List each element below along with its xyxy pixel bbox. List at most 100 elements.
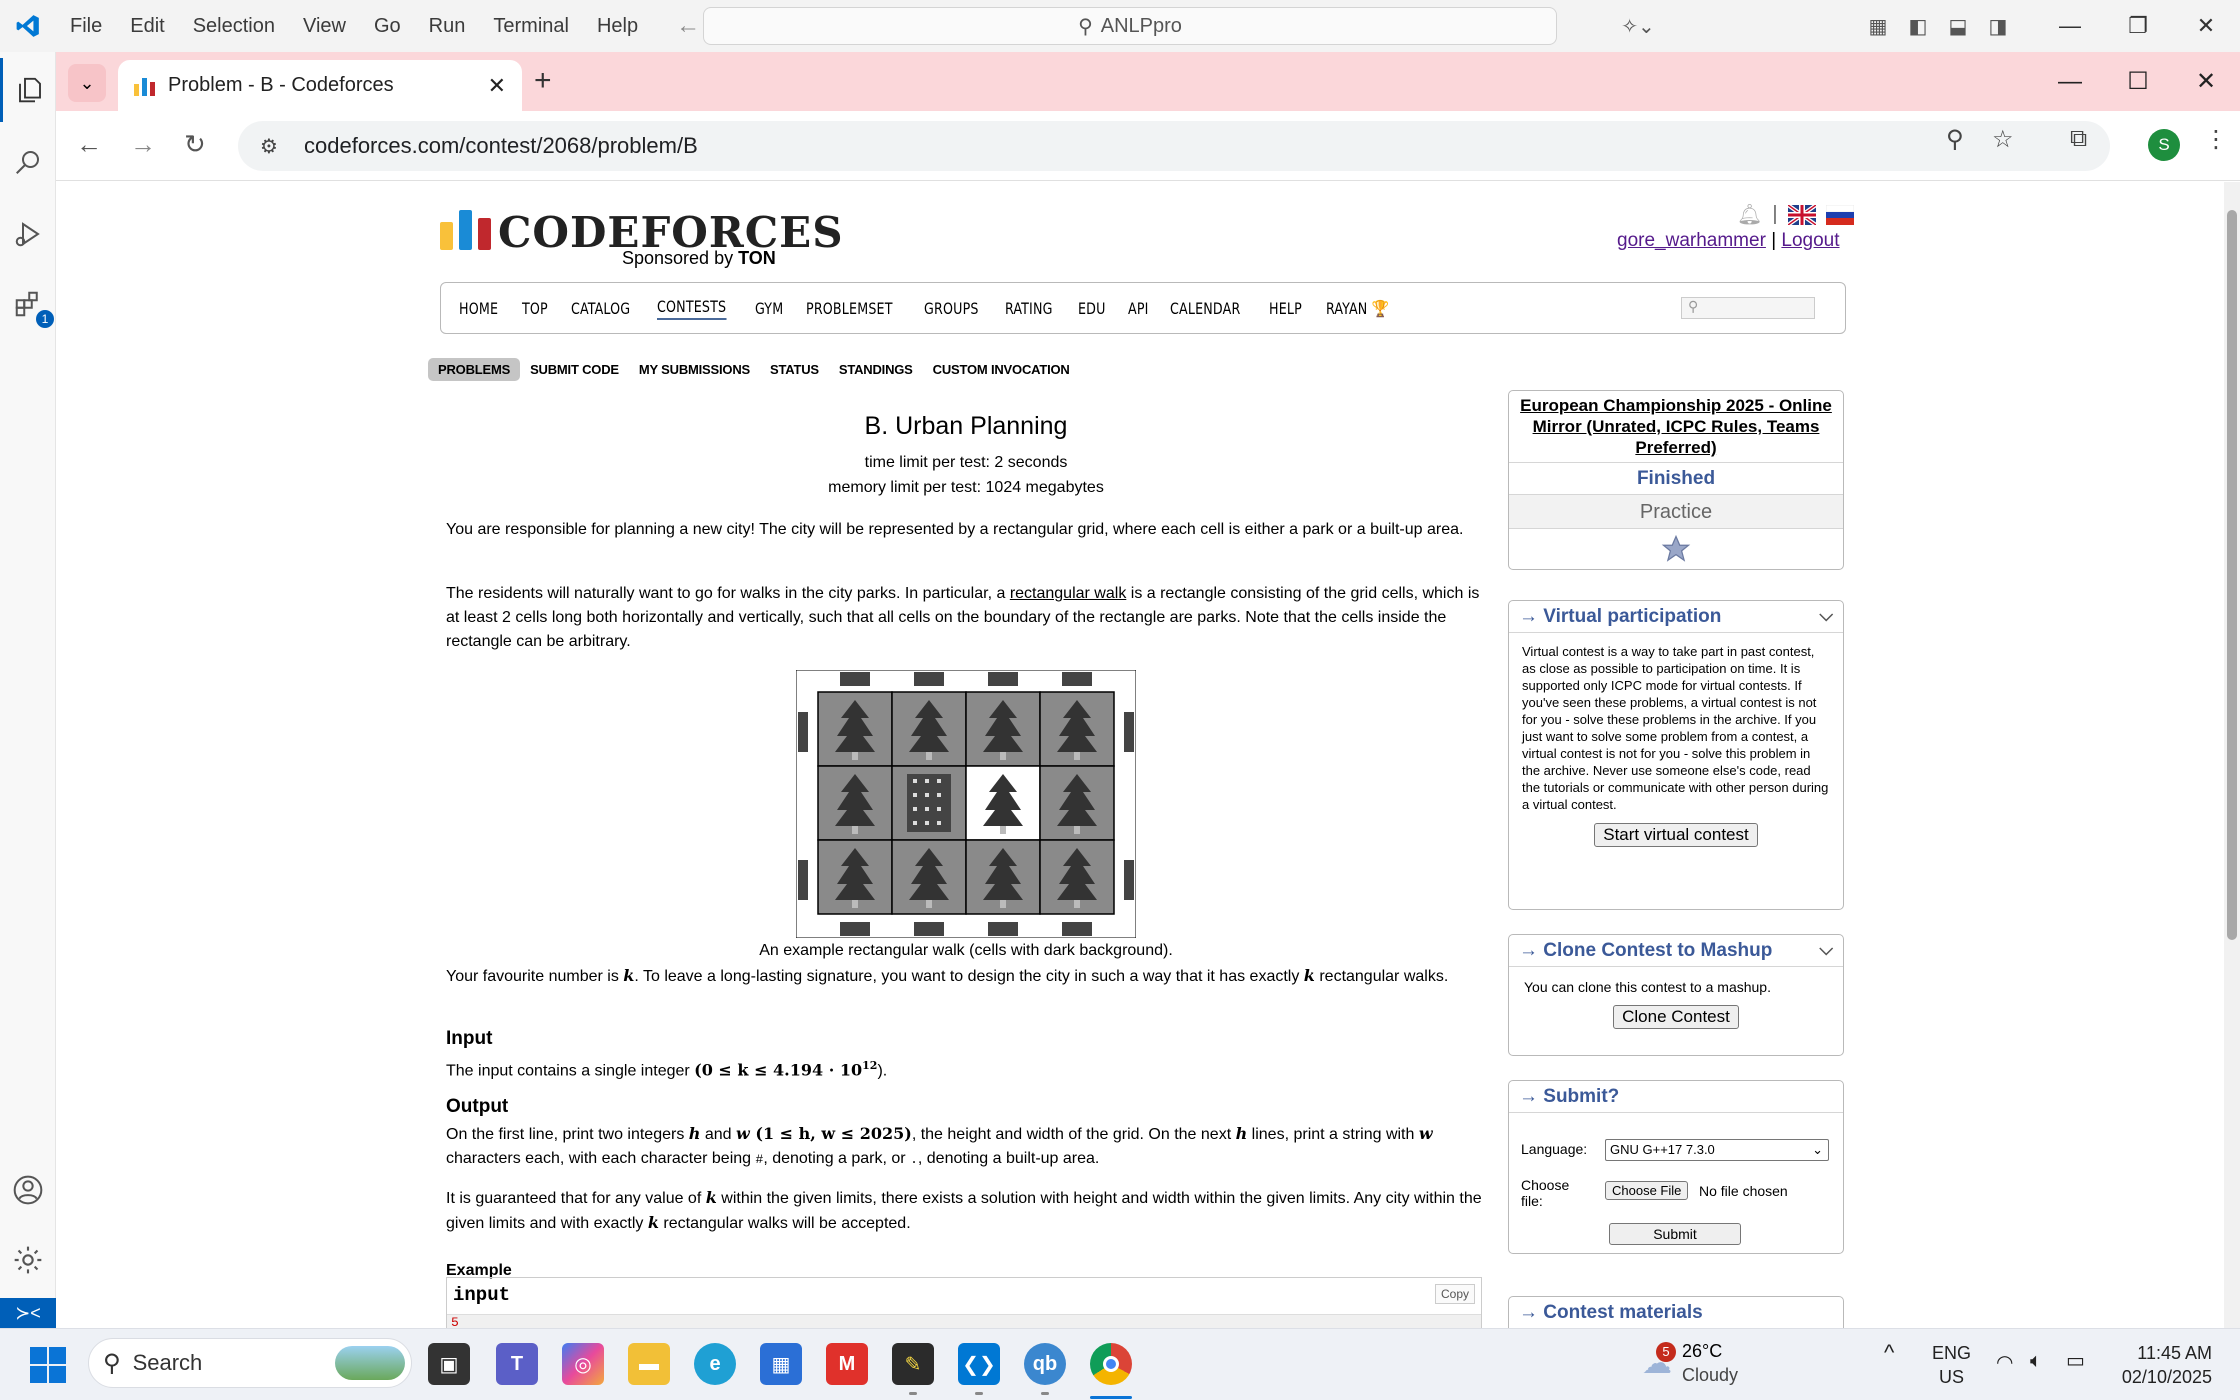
nav-catalog[interactable]: CATALOG <box>571 299 630 318</box>
volume-icon[interactable]: 🔈︎ <box>2030 1349 2042 1373</box>
command-center-search[interactable]: ⚲ ANLPpro <box>703 7 1557 45</box>
show-hidden-icons-chevron-icon[interactable]: ^ <box>1884 1341 1894 1365</box>
edge-icon[interactable]: e <box>694 1343 736 1385</box>
extensions-icon[interactable]: 1 <box>0 272 56 336</box>
minimize-icon[interactable]: — <box>2036 0 2104 52</box>
subnav-submit-code[interactable]: SUBMIT CODE <box>520 358 629 381</box>
menu-view[interactable]: View <box>289 15 360 38</box>
choose-file-button[interactable]: Choose File <box>1605 1181 1689 1200</box>
subnav-standings[interactable]: STANDINGS <box>829 358 923 381</box>
page-scrollbar[interactable] <box>2224 182 2240 1328</box>
rectangular-walk-link[interactable]: rectangular walk <box>1010 585 1127 602</box>
menu-edit[interactable]: Edit <box>116 15 178 38</box>
nav-rating[interactable]: RATING <box>1005 299 1053 318</box>
remote-indicator-icon[interactable]: ≻< <box>0 1298 56 1328</box>
scrollbar-thumb[interactable] <box>2227 210 2237 940</box>
customize-layout-icon[interactable]: ▦ <box>1858 0 1898 52</box>
english-flag-icon[interactable] <box>1787 204 1816 225</box>
tab-search-dropdown-icon[interactable]: ⌄ <box>68 64 106 102</box>
file-explorer-icon[interactable]: ▬ <box>628 1343 670 1385</box>
sticky-notes-icon[interactable]: ✎ <box>892 1343 934 1385</box>
clone-contest-button[interactable]: Clone Contest <box>1613 1005 1739 1029</box>
input-language[interactable]: ENG US <box>1932 1341 1971 1389</box>
contest-materials-header[interactable]: → Contest materials <box>1509 1297 1843 1328</box>
nav-top[interactable]: TOP <box>522 299 548 318</box>
subnav-my-submissions[interactable]: MY SUBMISSIONS <box>629 358 760 381</box>
submit-button[interactable]: Submit <box>1609 1223 1741 1245</box>
bookmark-star-icon[interactable]: ☆ <box>1992 125 2014 154</box>
contest-name-link[interactable]: European Championship 2025 - Online Mirr… <box>1520 396 1832 457</box>
vscode-logo-icon[interactable] <box>0 0 56 52</box>
copilot-app-icon[interactable]: ◎ <box>562 1343 604 1385</box>
menu-help[interactable]: Help <box>583 15 652 38</box>
subnav-custom-invocation[interactable]: CUSTOM INVOCATION <box>923 358 1080 381</box>
nav-contests[interactable]: CONTESTS <box>657 297 727 320</box>
address-bar[interactable]: ⚙ codeforces.com/contest/2068/problem/B <box>238 121 2110 171</box>
language-select[interactable]: GNU G++17 7.3.0 ⌄ <box>1605 1139 1829 1161</box>
clone-contest-header[interactable]: → Clone Contest to Mashup ⌵ <box>1509 935 1843 967</box>
collapse-chevron-icon[interactable]: ⌵ <box>1819 605 1833 626</box>
nav-rayan[interactable]: RAYAN 🏆 <box>1326 299 1389 318</box>
sample-input-value[interactable]: 5 <box>447 1314 1481 1328</box>
site-search-input[interactable]: ⚲ <box>1681 297 1815 319</box>
browser-close-icon[interactable]: ✕ <box>2172 52 2240 111</box>
nav-problemset[interactable]: PROBLEMSET <box>806 299 893 318</box>
nav-help[interactable]: HELP <box>1269 299 1302 318</box>
profile-avatar[interactable]: S <box>2148 129 2180 161</box>
menu-go[interactable]: Go <box>360 15 415 38</box>
toggle-sidebar-icon[interactable]: ◧ <box>1898 0 1938 52</box>
wifi-icon[interactable]: ◠ <box>1996 1351 2013 1375</box>
back-arrow-icon[interactable]: ← <box>676 12 700 40</box>
toggle-panel-icon[interactable]: ⬓ <box>1938 0 1978 52</box>
microsoft-store-icon[interactable]: ▦ <box>760 1343 802 1385</box>
menu-selection[interactable]: Selection <box>179 15 289 38</box>
copilot-icon[interactable]: ✧⌄ <box>1618 0 1658 52</box>
qbittorrent-icon[interactable]: qb <box>1024 1343 1066 1385</box>
explorer-icon[interactable] <box>0 58 56 122</box>
nav-edu[interactable]: EDU <box>1078 299 1106 318</box>
close-icon[interactable]: ✕ <box>2172 0 2240 52</box>
forward-icon[interactable]: → <box>130 129 156 160</box>
menu-run[interactable]: Run <box>415 15 480 38</box>
nav-groups[interactable]: GROUPS <box>924 299 979 318</box>
tab-close-icon[interactable]: ✕ <box>488 73 506 99</box>
back-icon[interactable]: ← <box>76 129 102 160</box>
toggle-secondary-sidebar-icon[interactable]: ◨ <box>1978 0 2018 52</box>
nav-api[interactable]: API <box>1128 299 1149 318</box>
task-view-icon[interactable]: ▣ <box>428 1343 470 1385</box>
battery-icon[interactable]: ▭ <box>2066 1349 2085 1373</box>
clock[interactable]: 11:45 AM 02/10/2025 <box>2112 1341 2212 1389</box>
search-icon[interactable] <box>0 130 56 194</box>
russian-flag-icon[interactable] <box>1825 204 1854 225</box>
collapse-chevron-icon[interactable]: ⌵ <box>1819 939 1833 960</box>
menu-terminal[interactable]: Terminal <box>479 15 583 38</box>
account-icon[interactable] <box>0 1158 56 1222</box>
subnav-problems[interactable]: PROBLEMS <box>428 358 521 381</box>
start-virtual-contest-button[interactable]: Start virtual contest <box>1594 823 1758 847</box>
browser-minimize-icon[interactable]: — <box>2036 52 2104 111</box>
vscode-taskbar-icon[interactable]: ❮❯ <box>958 1343 1000 1385</box>
extensions-puzzle-icon[interactable]: ⧉ <box>2070 125 2087 153</box>
subnav-status[interactable]: STATUS <box>760 358 829 381</box>
virtual-participation-header[interactable]: → Virtual participation ⌵ <box>1509 601 1843 633</box>
zoom-icon[interactable]: ⚲ <box>1946 125 1964 154</box>
notifications-bell-icon[interactable]: 🔔︎ <box>1737 202 1762 227</box>
weather-widget[interactable]: ☁ 5 26°C Cloudy <box>1642 1339 1738 1387</box>
copy-button[interactable]: Copy <box>1434 1284 1475 1304</box>
mcafee-icon[interactable]: M <box>826 1343 868 1385</box>
windows-start-icon[interactable] <box>30 1347 66 1388</box>
new-tab-icon[interactable]: + <box>534 64 552 98</box>
chrome-icon[interactable] <box>1090 1343 1132 1385</box>
site-info-icon[interactable]: ⚙ <box>260 134 284 158</box>
tab-codeforces[interactable]: Problem - B - Codeforces ✕ <box>118 60 522 111</box>
username-link[interactable]: gore_warhammer <box>1617 230 1766 251</box>
reload-icon[interactable]: ↻ <box>184 129 206 160</box>
taskbar-search[interactable]: ⚲ Search <box>88 1338 412 1388</box>
teams-icon[interactable]: T <box>496 1343 538 1385</box>
logout-link[interactable]: Logout <box>1781 230 1839 251</box>
browser-maximize-icon[interactable]: ☐ <box>2104 52 2172 111</box>
menu-file[interactable]: File <box>56 15 116 38</box>
more-menu-icon[interactable]: ⋮ <box>2204 125 2228 154</box>
run-debug-icon[interactable] <box>0 202 56 266</box>
nav-gym[interactable]: GYM <box>755 299 783 318</box>
